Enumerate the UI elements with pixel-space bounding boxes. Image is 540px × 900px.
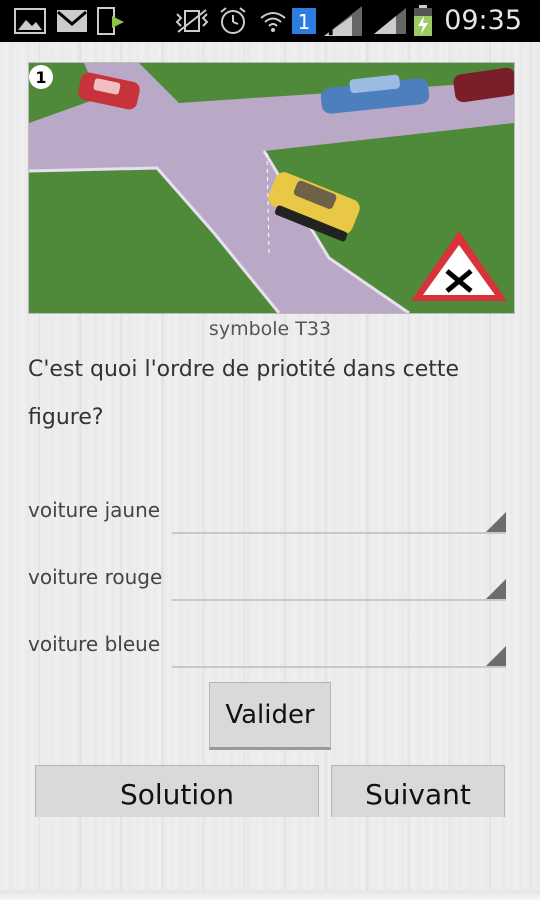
sim-number: 1 <box>298 10 311 34</box>
status-time: 09:35 <box>444 5 522 36</box>
picture-icon <box>14 0 46 42</box>
dropdown-arrow-icon <box>486 579 506 599</box>
red-car-order-dropdown[interactable] <box>172 557 506 601</box>
alarm-icon <box>218 0 248 42</box>
blue-car-order-dropdown[interactable] <box>172 624 506 668</box>
signal-icon <box>372 0 408 42</box>
battery-charging-icon <box>412 0 434 42</box>
solution-button[interactable]: Solution <box>35 765 319 817</box>
answer-row-red: voiture rouge <box>28 557 508 601</box>
sim-1-icon: 1 <box>290 0 318 42</box>
wifi-icon <box>258 0 288 42</box>
answer-row-yellow: voiture jaune <box>28 490 508 534</box>
answer-label: voiture jaune <box>28 498 161 522</box>
answer-label: voiture bleue <box>28 632 161 656</box>
figure-number: 1 <box>35 68 46 87</box>
vibrate-icon <box>174 0 210 42</box>
yellow-car-order-dropdown[interactable] <box>172 490 506 534</box>
question-text: C'est quoi l'ordre de priotité dans cett… <box>28 357 460 430</box>
dropdown-arrow-icon <box>486 512 506 532</box>
signal-icon: ▮ <box>322 0 364 42</box>
figure-caption: symbole T33 <box>208 318 332 340</box>
svg-text:▮: ▮ <box>328 26 334 37</box>
gmail-icon <box>56 0 88 42</box>
answer-label: voiture rouge <box>28 565 163 589</box>
intersection-figure: 1 <box>28 62 515 314</box>
download-icon <box>96 0 128 42</box>
dropdown-arrow-icon <box>486 646 506 666</box>
status-bar: 1 ▮ 09:35 <box>0 0 540 42</box>
app-content: 1 symbole T33 C'est quoi l'ordre de prio… <box>0 42 540 900</box>
next-button[interactable]: Suivant <box>331 765 505 817</box>
bottom-divider <box>0 890 540 900</box>
answer-row-blue: voiture bleue <box>28 624 508 668</box>
validate-button[interactable]: Valider <box>209 682 331 750</box>
